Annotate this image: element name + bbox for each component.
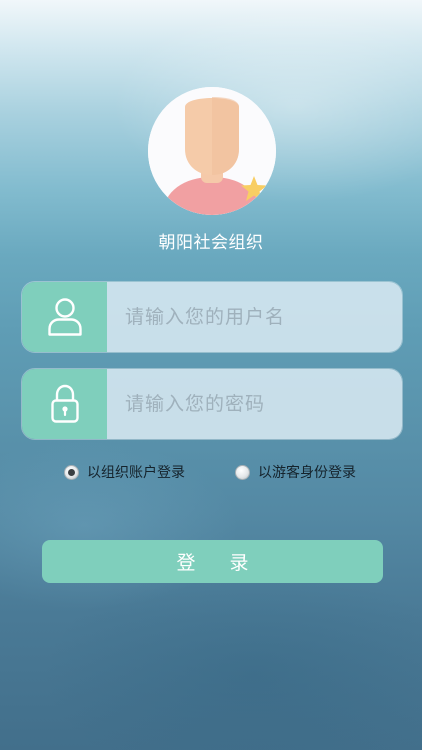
login-mode-organization[interactable]: 以组织账户登录 (64, 460, 185, 484)
login-mode-guest[interactable]: 以游客身份登录 (235, 460, 356, 484)
username-input[interactable] (107, 305, 402, 329)
login-button[interactable]: 登 录 (42, 540, 383, 583)
radio-guest-label: 以游客身份登录 (258, 465, 356, 481)
lock-icon (50, 384, 79, 423)
radio-organization-label: 以组织账户登录 (87, 465, 185, 481)
password-icon-box (22, 369, 107, 439)
username-icon-box (22, 282, 107, 352)
radio-selected-dot (68, 468, 75, 476)
default-user-avatar-icon (148, 87, 276, 215)
password-input-box (107, 369, 402, 439)
username-input-box (107, 282, 402, 352)
radio-organization[interactable] (64, 464, 79, 480)
avatar (148, 87, 276, 215)
radio-guest[interactable] (235, 464, 250, 480)
org-name: 朝阳社会组织 (158, 233, 264, 253)
password-field (21, 368, 403, 440)
username-field (21, 281, 403, 353)
user-icon (47, 298, 82, 336)
password-input[interactable] (107, 392, 402, 416)
